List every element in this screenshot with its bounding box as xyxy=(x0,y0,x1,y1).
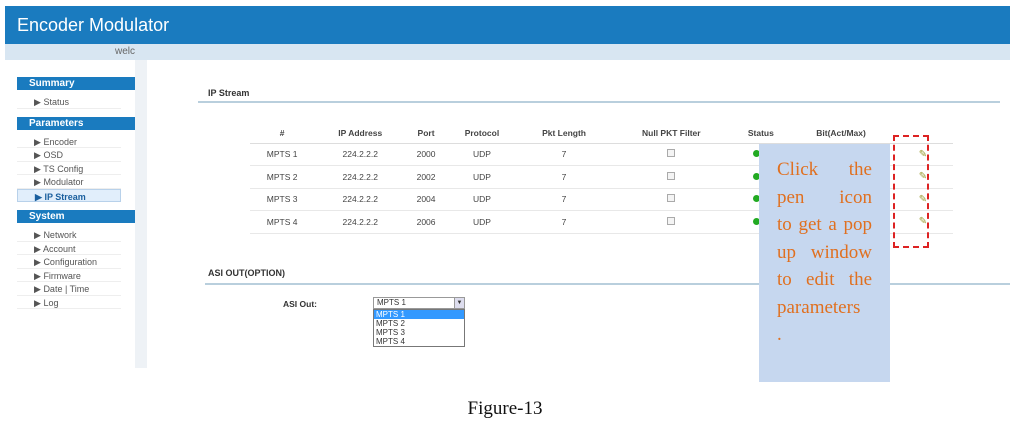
triangle-right-icon: ▶ xyxy=(35,191,42,202)
sidebar-item-firmware[interactable]: ▶ Firmware xyxy=(17,269,121,282)
table-cell: 2002 xyxy=(406,165,446,189)
sidebar-item-network[interactable]: ▶ Network xyxy=(17,228,121,242)
asi-option[interactable]: MPTS 1 xyxy=(374,310,464,319)
triangle-right-icon: ▶ xyxy=(34,97,41,107)
table-cell: UDP xyxy=(445,210,519,234)
table-cell: 224.2.2.2 xyxy=(314,165,407,189)
app-title: Encoder Modulator xyxy=(17,15,170,35)
sidebar-section: Summary xyxy=(17,77,135,90)
triangle-right-icon: ▶ xyxy=(34,297,41,308)
asi-out-options: MPTS 1 MPTS 2 MPTS 3 MPTS 4 xyxy=(373,309,465,347)
sidebar-group: System ▶ Network ▶ Account ▶ Configuration ▶… xyxy=(17,210,135,309)
sidebar-section: System xyxy=(17,210,135,223)
note-line: up window xyxy=(777,241,872,263)
column-header: Null PKT Filter xyxy=(610,124,733,144)
chevron-down-icon[interactable]: ▼ xyxy=(454,298,464,308)
highlight-box xyxy=(893,135,929,248)
divider xyxy=(198,101,1000,103)
sidebar-item-osd[interactable]: ▶ OSD xyxy=(17,148,121,162)
triangle-right-icon: ▶ xyxy=(34,177,41,187)
sidebar-item-log[interactable]: ▶ Log xyxy=(17,296,121,309)
triangle-right-icon: ▶ xyxy=(34,136,41,147)
sidebar-item-status[interactable]: ▶ Status xyxy=(17,95,121,109)
asi-out-select[interactable]: MPTS 1 ▼ xyxy=(373,297,465,309)
triangle-right-icon: ▶ xyxy=(34,150,41,160)
triangle-right-icon: ▶ xyxy=(34,243,41,254)
asi-option[interactable]: MPTS 3 xyxy=(374,328,464,337)
table-cell: 7 xyxy=(518,143,610,166)
sidebar-item-ip-stream[interactable]: ▶ IP Stream xyxy=(17,188,121,202)
sidebar: Summary ▶ Status Parameters ▶ Encoder ▶ OSD ▶… xyxy=(17,77,135,317)
annotation-callout: Click the pen icon to get a pop up window to… xyxy=(759,144,890,382)
column-header: Bit(Act/Max) xyxy=(789,124,893,144)
welcome-text: welc xyxy=(115,46,136,57)
table-cell: 7 xyxy=(518,165,610,189)
sidebar-item-account[interactable]: ▶ Account xyxy=(17,242,121,255)
triangle-right-icon: ▶ xyxy=(34,257,41,267)
ip-stream-title: IP Stream xyxy=(208,88,250,98)
table-cell: UDP xyxy=(445,188,519,211)
column-header: # xyxy=(250,124,315,144)
asi-option[interactable]: MPTS 4 xyxy=(374,337,464,346)
asi-title: ASI OUT(OPTION) xyxy=(208,268,285,278)
null-pkt-filter-checkbox[interactable] xyxy=(667,194,676,203)
table-cell: 224.2.2.2 xyxy=(314,210,407,234)
sidebar-item-configuration[interactable]: ▶ Configuration xyxy=(17,255,121,269)
table-cell: 2000 xyxy=(406,143,446,166)
sidebar-item-modulator[interactable]: ▶ Modulator xyxy=(17,175,121,189)
triangle-right-icon: ▶ xyxy=(34,270,41,281)
table-cell: MPTS 4 xyxy=(250,210,315,234)
column-header: Pkt Length xyxy=(518,124,610,144)
app-header: Encoder Modulator xyxy=(5,6,1010,44)
figure-caption: Figure-13 xyxy=(467,398,543,419)
triangle-right-icon: ▶ xyxy=(34,230,41,240)
triangle-right-icon: ▶ xyxy=(34,284,41,294)
sidebar-divider xyxy=(135,60,147,368)
table-cell: 2004 xyxy=(406,188,446,211)
table-cell: UDP xyxy=(445,143,519,166)
null-pkt-filter-checkbox[interactable] xyxy=(667,171,676,180)
column-header: Protocol xyxy=(445,124,519,144)
column-header: IP Address xyxy=(314,124,407,144)
note-line: to edit the xyxy=(777,269,872,290)
sidebar-section: Parameters xyxy=(17,116,135,130)
note-line: parameters xyxy=(777,296,861,318)
table-cell: UDP xyxy=(445,165,519,189)
asi-out-label: ASI Out: xyxy=(283,299,317,309)
sidebar-item-ts-config[interactable]: ▶ TS Config xyxy=(17,162,121,175)
note-line: pen icon xyxy=(777,186,872,208)
sidebar-item-date-time[interactable]: ▶ Date | Time xyxy=(17,282,121,296)
note-line: Click the xyxy=(777,159,872,180)
note-line: . xyxy=(777,324,782,345)
column-header: Status xyxy=(732,124,790,144)
table-cell: MPTS 1 xyxy=(250,143,315,166)
note-line: to get a pop xyxy=(777,214,872,235)
triangle-right-icon: ▶ xyxy=(34,163,41,174)
selected-value: MPTS 1 xyxy=(377,298,406,307)
table-cell: 224.2.2.2 xyxy=(314,143,407,166)
null-pkt-filter-checkbox[interactable] xyxy=(667,149,676,158)
sidebar-group: Summary ▶ Status xyxy=(17,77,135,109)
table-cell: 7 xyxy=(518,188,610,211)
asi-option[interactable]: MPTS 2 xyxy=(374,319,464,328)
column-header: Port xyxy=(406,124,446,144)
table-cell: 2006 xyxy=(406,210,446,234)
sidebar-group: Parameters ▶ Encoder ▶ OSD ▶ TS Config ▶ Mod… xyxy=(17,116,135,202)
welcome-bar: welc xyxy=(5,44,1010,60)
table-cell: 224.2.2.2 xyxy=(314,188,407,211)
table-cell: MPTS 3 xyxy=(250,188,315,211)
null-pkt-filter-checkbox[interactable] xyxy=(667,216,676,225)
table-cell: 7 xyxy=(518,210,610,234)
table-cell: MPTS 2 xyxy=(250,165,315,189)
sidebar-item-encoder[interactable]: ▶ Encoder xyxy=(17,135,121,148)
